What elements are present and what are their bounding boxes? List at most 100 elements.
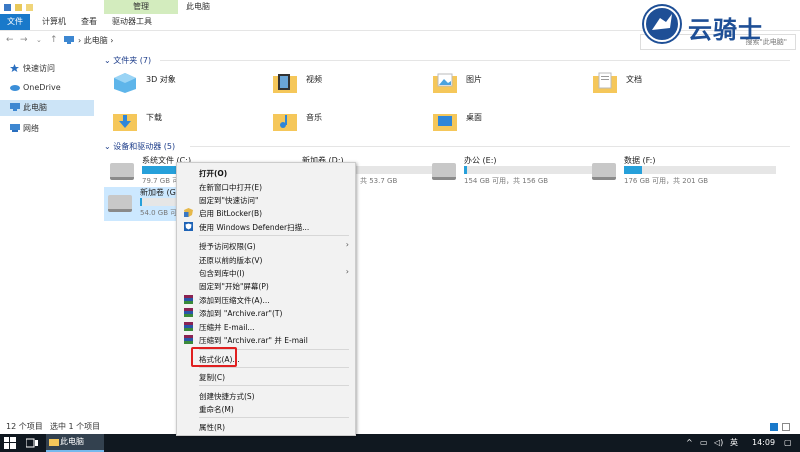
folder-3d-objects[interactable]: 3D 对象 [112,70,272,106]
documents-folder-icon [593,72,617,93]
cloud-icon [10,81,20,91]
status-bar: 12 个项目 选中 1 个项目 [0,420,800,434]
menu-separator [199,235,349,236]
menu-item-pin-start[interactable]: 固定到"开始"屏幕(P) [199,281,269,292]
menu-item-open-new-window[interactable]: 在新窗口中打开(E) [199,182,262,193]
brand-logo: 云骑士 [642,4,792,48]
menu-item-give-access[interactable]: 授予访问权限(G) [199,241,256,252]
breadcrumb[interactable]: › 此电脑 › [78,34,114,48]
folder-videos[interactable]: 视频 [272,70,432,106]
logo-text: 云骑士 [688,16,763,44]
item-count: 12 个项目 [6,422,43,431]
folder-documents[interactable]: 文档 [592,70,752,106]
drive-usage-fill [140,198,142,206]
group-title-drives[interactable]: ⌄ 设备和驱动器 (5) [104,141,175,152]
windows-start-icon[interactable] [4,437,16,449]
breadcrumb-this-pc[interactable]: 此电脑 [84,36,108,45]
selected-count: 选中 1 个项目 [50,422,101,431]
drive-usage-fill [624,166,643,174]
3d-objects-icon [114,73,136,93]
tab-file[interactable]: 文件 [0,14,30,30]
taskbar: 此电脑 ^ ▭ ◁) 英 14:09 ▢ [0,434,800,452]
back-arrow-icon[interactable]: ← [6,35,14,45]
menu-item-copy[interactable]: 复制(C) [199,372,225,383]
volume-icon[interactable]: ◁) [714,434,723,452]
notification-icon[interactable]: ▢ [784,434,792,452]
windows-drive-icon [110,163,134,180]
network-tray-icon[interactable]: ▭ [700,434,708,452]
menu-item-rename[interactable]: 重命名(M) [199,404,234,415]
menu-item-pin-quick-access[interactable]: 固定到"快速访问" [199,195,258,206]
nav-item-this-pc[interactable]: 此电脑 [0,100,94,116]
menu-item-include-in-library[interactable]: 包含到库中(I) [199,268,245,279]
menu-item-restore-versions[interactable]: 还原以前的版本(V) [199,255,262,266]
winrar-icon [184,322,193,331]
clock[interactable]: 14:09 [752,434,775,452]
folder-music[interactable]: 音乐 [272,108,432,144]
nav-item-quick-access[interactable]: 快速访问 [10,61,55,77]
menu-item-add-to-archive[interactable]: 添加到压缩文件(A)... [199,295,270,306]
menu-item-compress-email[interactable]: 压缩并 E-mail... [199,322,255,333]
folder-pictures[interactable]: 图片 [432,70,592,106]
up-arrow-icon[interactable]: ↑ [50,35,58,45]
drive-g-selected[interactable]: 新加卷 (G:) 54.0 GB 可 [104,187,182,221]
task-view-icon[interactable] [26,438,38,448]
music-folder-icon [273,114,297,131]
details-view-icon[interactable] [770,423,778,431]
computer-icon [10,101,20,111]
star-icon [10,62,19,72]
submenu-arrow-icon: › [345,267,349,276]
pictures-folder-icon [433,73,457,93]
folder-desktop[interactable]: 桌面 [432,108,592,144]
context-menu: 打开(O) 在新窗口中打开(E) 固定到"快速访问" 启用 BitLocker(… [176,162,356,436]
network-icon [10,122,20,132]
taskbar-file-explorer[interactable]: 此电脑 [46,434,104,452]
menu-item-add-to-archive-rar[interactable]: 添加到 "Archive.rar"(T) [199,308,282,319]
drive-usage-bar [624,166,776,174]
tab-view[interactable]: 查看 [76,14,102,30]
ime-indicator[interactable]: 英 [730,434,738,452]
knight-logo-icon [642,4,682,44]
menu-item-open[interactable]: 打开(O) [199,168,227,179]
large-icons-view-icon[interactable] [782,423,790,431]
winrar-icon [184,308,193,317]
folder-downloads[interactable]: 下载 [112,108,272,144]
show-hidden-icons-chevron-icon[interactable]: ^ [686,434,693,452]
winrar-icon [184,295,193,304]
nav-item-network[interactable]: 网络 [10,121,39,137]
context-tab-manage[interactable]: 管理 [104,0,178,14]
forward-arrow-icon[interactable]: → [20,35,28,45]
format-highlight-box [191,347,237,367]
menu-item-bitlocker[interactable]: 启用 BitLocker(B) [199,208,262,219]
menu-item-compress-rar-email[interactable]: 压缩到 "Archive.rar" 并 E-mail [199,335,308,346]
defender-shield-icon [184,222,193,231]
drive-e[interactable]: 办公 (E:) 154 GB 可用，共 156 GB [428,155,616,191]
menu-separator [199,385,349,386]
group-divider [160,60,790,61]
menu-item-defender-scan[interactable]: 使用 Windows Defender扫描... [199,222,309,233]
quick-access-toolbar-icons[interactable] [4,3,34,12]
video-folder-icon [273,74,297,93]
window-title: 此电脑 [186,2,210,11]
desktop-folder-icon [433,114,457,131]
recent-chevron-down-icon[interactable]: ⌄ [36,36,42,44]
navigation-pane: 快速访问 OneDrive 此电脑 网络 [0,55,96,420]
drive-usage-bar [140,198,176,206]
tab-computer[interactable]: 计算机 [36,14,72,30]
group-title-folders[interactable]: ⌄ 文件夹 (7) [104,55,151,66]
menu-separator [199,417,349,418]
menu-item-create-shortcut[interactable]: 创建快捷方式(S) [199,391,255,402]
tab-drive-tools[interactable]: 驱动器工具 [106,14,158,30]
drive-usage-fill [464,166,468,174]
shield-icon [184,208,193,217]
drive-f[interactable]: 数据 (F:) 176 GB 可用，共 201 GB [588,155,776,191]
collapse-chevron-icon[interactable]: ⌄ [104,142,113,151]
breadcrumb-chevron-icon[interactable]: › [108,36,113,45]
collapse-chevron-icon[interactable]: ⌄ [104,56,113,65]
group-divider [190,146,790,147]
nav-item-onedrive[interactable]: OneDrive [10,80,61,96]
downloads-folder-icon [113,114,137,131]
drive-icon [432,163,456,180]
menu-item-properties[interactable]: 属性(R) [199,422,225,433]
drive-icon [592,163,616,180]
